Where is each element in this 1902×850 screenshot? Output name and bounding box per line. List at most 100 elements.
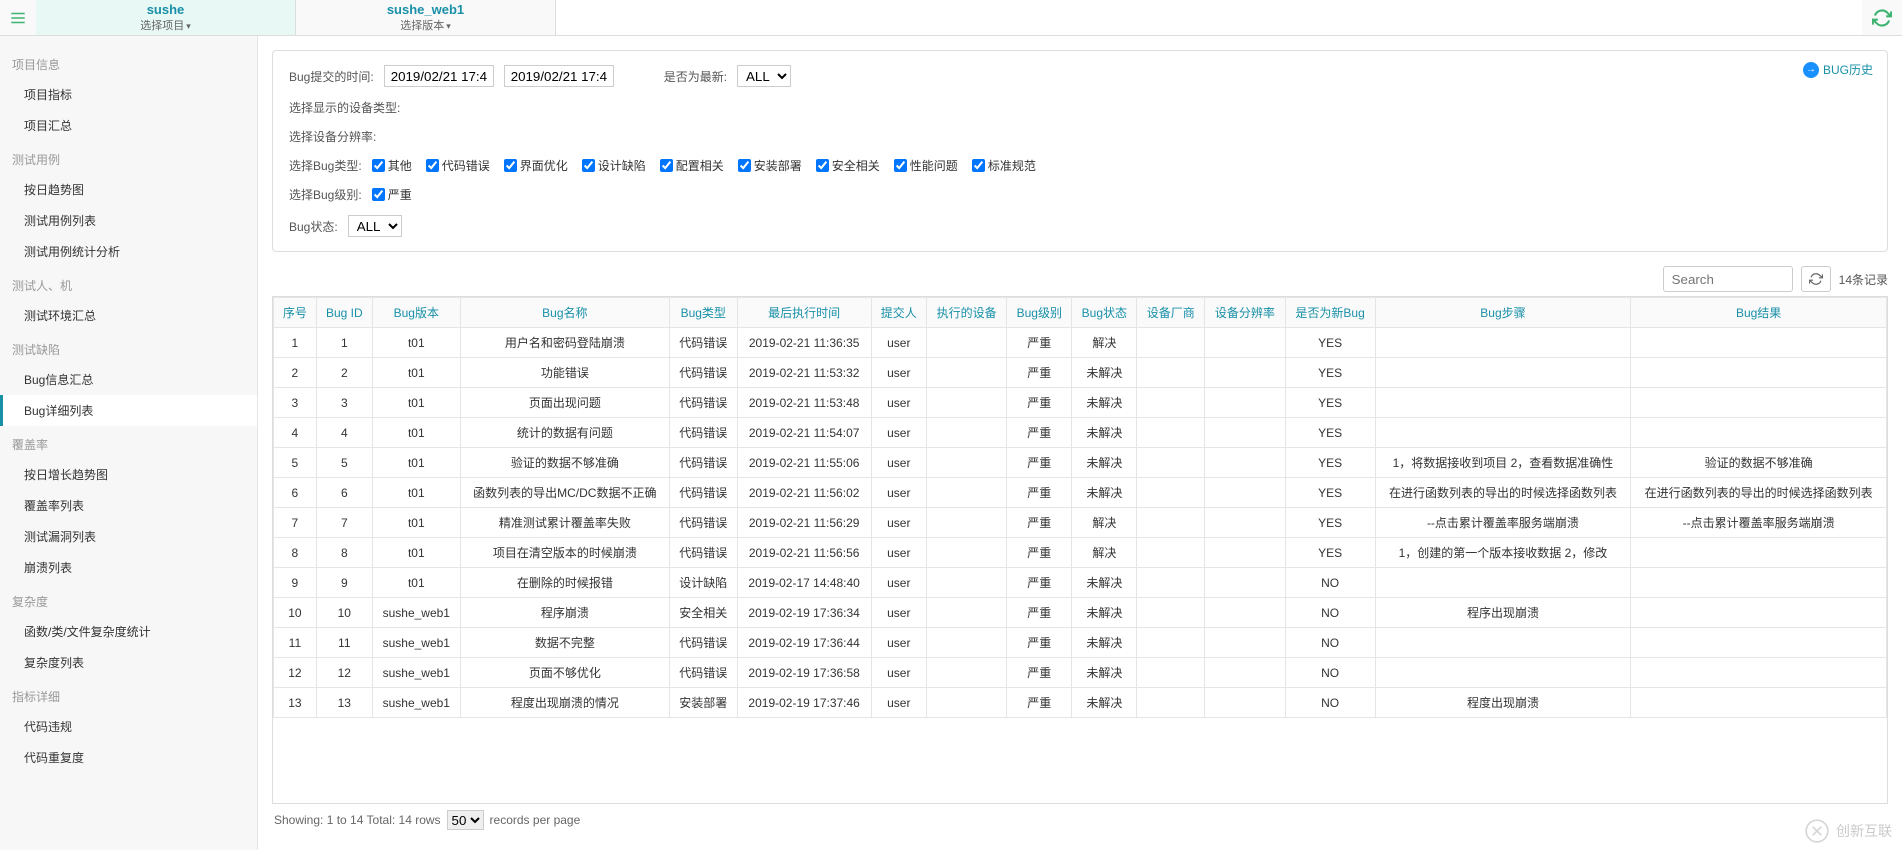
column-header[interactable]: Bug步骤 [1375,298,1631,328]
bug-type-checkbox[interactable]: 设计缺陷 [582,157,646,174]
column-header[interactable]: Bug状态 [1072,298,1137,328]
table-cell [1137,358,1205,388]
checkbox-input[interactable] [426,159,439,172]
latest-select[interactable]: ALL [737,65,791,87]
sidebar-item[interactable]: 崩溃列表 [0,552,257,583]
sidebar-item[interactable]: 代码违规 [0,711,257,742]
checkbox-input[interactable] [582,159,595,172]
checkbox-input[interactable] [816,159,829,172]
table-row[interactable]: 1010sushe_web1程序崩溃安全相关2019-02-19 17:36:3… [274,598,1887,628]
checkbox-input[interactable] [738,159,751,172]
table-cell: YES [1285,538,1375,568]
table-cell: 在删除的时候报错 [460,568,669,598]
column-header[interactable]: Bug级别 [1007,298,1072,328]
table-row[interactable]: 44t01统计的数据有问题代码错误2019-02-21 11:54:07user… [274,418,1887,448]
checkbox-input[interactable] [894,159,907,172]
table-cell: YES [1285,328,1375,358]
bug-type-checkbox[interactable]: 代码错误 [426,157,490,174]
table-row[interactable]: 1111sushe_web1数据不完整代码错误2019-02-19 17:36:… [274,628,1887,658]
table-cell: 未解决 [1072,418,1137,448]
checkbox-label: 安全相关 [832,157,880,174]
table-cell: user [871,628,926,658]
table-row[interactable]: 77t01精准测试累计覆盖率失败代码错误2019-02-21 11:56:29u… [274,508,1887,538]
bug-type-checkbox[interactable]: 界面优化 [504,157,568,174]
table-row[interactable]: 22t01功能错误代码错误2019-02-21 11:53:32user严重未解… [274,358,1887,388]
sidebar-item[interactable]: 代码重复度 [0,742,257,773]
table-row[interactable]: 66t01函数列表的导出MC/DC数据不正确代码错误2019-02-21 11:… [274,478,1887,508]
project-tab[interactable]: sushe 选择项目 [36,0,296,35]
table-cell [1205,358,1285,388]
table-cell [1137,688,1205,718]
column-header[interactable]: Bug结果 [1631,298,1887,328]
checkbox-input[interactable] [372,188,385,201]
table-cell: 代码错误 [669,358,737,388]
sidebar-item[interactable]: 测试用例列表 [0,205,257,236]
bug-level-checkbox[interactable]: 严重 [372,186,412,203]
sidebar-item[interactable]: 按日趋势图 [0,174,257,205]
sidebar-item[interactable]: Bug信息汇总 [0,364,257,395]
status-select[interactable]: ALL [348,215,402,237]
table-cell: 2 [316,358,372,388]
page-size-select[interactable]: 50 [447,810,484,830]
sidebar-item[interactable]: Bug详细列表 [0,395,257,426]
checkbox-input[interactable] [660,159,673,172]
table-cell: user [871,508,926,538]
table-cell: 解决 [1072,538,1137,568]
sidebar-item[interactable]: 项目汇总 [0,110,257,141]
version-tab[interactable]: sushe_web1 选择版本 [296,0,556,35]
sidebar-item[interactable]: 测试用例统计分析 [0,236,257,267]
table-row[interactable]: 55t01验证的数据不够准确代码错误2019-02-21 11:55:06use… [274,448,1887,478]
menu-toggle-icon[interactable] [0,0,36,35]
column-header[interactable]: 提交人 [871,298,926,328]
bug-history-link[interactable]: → BUG历史 [1803,61,1873,78]
date-from-input[interactable] [384,65,494,87]
sidebar-item[interactable]: 复杂度列表 [0,647,257,678]
column-header[interactable]: Bug版本 [372,298,460,328]
bug-type-checkbox[interactable]: 安装部署 [738,157,802,174]
column-header[interactable]: 最后执行时间 [737,298,871,328]
table-cell: 2019-02-21 11:53:32 [737,358,871,388]
table-cell [926,448,1006,478]
bug-type-checkbox[interactable]: 性能问题 [894,157,958,174]
column-header[interactable]: Bug名称 [460,298,669,328]
sidebar-item[interactable]: 函数/类/文件复杂度统计 [0,616,257,647]
table-cell: 代码错误 [669,658,737,688]
table-row[interactable]: 11t01用户名和密码登陆崩溃代码错误2019-02-21 11:36:35us… [274,328,1887,358]
bug-type-checkbox[interactable]: 其他 [372,157,412,174]
refresh-icon[interactable] [1862,0,1902,35]
bug-type-checkbox[interactable]: 安全相关 [816,157,880,174]
table-refresh-button[interactable] [1801,266,1831,292]
table-cell: 11 [316,628,372,658]
sidebar-item[interactable]: 覆盖率列表 [0,490,257,521]
table-row[interactable]: 1313sushe_web1程度出现崩溃的情况安装部署2019-02-19 17… [274,688,1887,718]
table-row[interactable]: 99t01在删除的时候报错设计缺陷2019-02-17 14:48:40user… [274,568,1887,598]
checkbox-input[interactable] [972,159,985,172]
table-cell [1137,478,1205,508]
bug-type-checkbox[interactable]: 标准规范 [972,157,1036,174]
search-input[interactable] [1663,266,1793,292]
date-to-input[interactable] [504,65,614,87]
table-cell [926,388,1006,418]
column-header[interactable]: 是否为新Bug [1285,298,1375,328]
column-header[interactable]: Bug类型 [669,298,737,328]
table-cell: 解决 [1072,508,1137,538]
sidebar-item[interactable]: 测试环境汇总 [0,300,257,331]
table-cell: t01 [372,358,460,388]
bug-type-checkbox[interactable]: 配置相关 [660,157,724,174]
sidebar-item[interactable]: 项目指标 [0,79,257,110]
column-header[interactable]: 序号 [274,298,317,328]
column-header[interactable]: 设备厂商 [1137,298,1205,328]
column-header[interactable]: 设备分辨率 [1205,298,1285,328]
table-cell: 4 [274,418,317,448]
checkbox-input[interactable] [372,159,385,172]
checkbox-input[interactable] [504,159,517,172]
table-controls: 14条记录 [272,262,1888,296]
table-row[interactable]: 1212sushe_web1页面不够优化代码错误2019-02-19 17:36… [274,658,1887,688]
column-header[interactable]: Bug ID [316,298,372,328]
column-header[interactable]: 执行的设备 [926,298,1006,328]
table-row[interactable]: 33t01页面出现问题代码错误2019-02-21 11:53:48user严重… [274,388,1887,418]
table-row[interactable]: 88t01项目在清空版本的时候崩溃代码错误2019-02-21 11:56:56… [274,538,1887,568]
sidebar-item[interactable]: 按日增长趋势图 [0,459,257,490]
table-wrap[interactable]: 序号Bug IDBug版本Bug名称Bug类型最后执行时间提交人执行的设备Bug… [272,296,1888,804]
sidebar-item[interactable]: 测试漏洞列表 [0,521,257,552]
